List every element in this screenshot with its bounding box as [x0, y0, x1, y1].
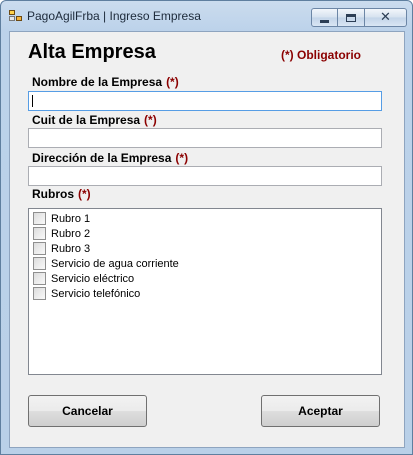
- address-label-text: Dirección de la Empresa: [32, 151, 172, 165]
- close-button[interactable]: ✕: [365, 8, 407, 27]
- rubros-label-text: Rubros: [32, 187, 74, 201]
- close-icon: ✕: [380, 10, 391, 25]
- minimize-button[interactable]: [311, 8, 338, 27]
- list-item[interactable]: Rubro 3: [33, 241, 90, 256]
- window-title: PagoAgilFrba | Ingreso Empresa: [27, 9, 201, 23]
- list-item-label: Rubro 1: [51, 212, 91, 225]
- cancel-button[interactable]: Cancelar: [28, 395, 147, 427]
- list-item[interactable]: Rubro 2: [33, 226, 90, 241]
- list-item[interactable]: Rubro 1: [33, 211, 90, 226]
- cuit-input[interactable]: [28, 128, 382, 148]
- address-label: Dirección de la Empresa (*): [32, 151, 188, 165]
- company-name-input[interactable]: [28, 91, 382, 111]
- list-item-label: Servicio telefónico: [51, 287, 141, 300]
- text-caret: [32, 95, 33, 107]
- cuit-label: Cuit de la Empresa (*): [32, 113, 157, 127]
- maximize-icon: [346, 13, 356, 22]
- minimize-icon: [320, 19, 329, 23]
- required-mark: (*): [166, 75, 179, 89]
- window-controls: ✕: [311, 8, 407, 27]
- checkbox-electrico[interactable]: [33, 272, 46, 285]
- required-mark: (*): [144, 113, 157, 127]
- list-item-label: Servicio eléctrico: [51, 272, 135, 285]
- list-item[interactable]: Servicio de agua corriente: [33, 256, 179, 271]
- checkbox-rubro-3[interactable]: [33, 242, 46, 255]
- accept-button[interactable]: Aceptar: [261, 395, 380, 427]
- rubros-checklist[interactable]: Rubro 1 Rubro 2 Rubro 3 Servicio de agua…: [28, 208, 382, 375]
- cuit-label-text: Cuit de la Empresa: [32, 113, 141, 127]
- required-mark: (*): [78, 187, 91, 201]
- checkbox-rubro-1[interactable]: [33, 212, 46, 225]
- form-panel: Alta Empresa (*) Obligatorio Nombre de l…: [9, 31, 405, 448]
- app-window: PagoAgilFrba | Ingreso Empresa ✕ Alta Em…: [0, 0, 413, 455]
- company-name-label-text: Nombre de la Empresa: [32, 75, 163, 89]
- rubros-label: Rubros (*): [32, 187, 91, 201]
- checkbox-agua[interactable]: [33, 257, 46, 270]
- list-item-label: Servicio de agua corriente: [51, 257, 179, 270]
- company-name-label: Nombre de la Empresa (*): [32, 75, 179, 89]
- maximize-button[interactable]: [338, 8, 365, 27]
- required-mark: (*): [175, 151, 189, 165]
- form-title: Alta Empresa: [28, 41, 156, 63]
- required-legend: (*) Obligatorio: [281, 48, 361, 62]
- checkbox-telefonico[interactable]: [33, 287, 46, 300]
- list-item[interactable]: Servicio telefónico: [33, 286, 140, 301]
- title-bar[interactable]: PagoAgilFrba | Ingreso Empresa ✕: [1, 1, 412, 31]
- list-item[interactable]: Servicio eléctrico: [33, 271, 134, 286]
- list-item-label: Rubro 2: [51, 227, 91, 240]
- app-icon: [9, 10, 23, 22]
- checkbox-rubro-2[interactable]: [33, 227, 46, 240]
- address-input[interactable]: [28, 166, 382, 186]
- list-item-label: Rubro 3: [51, 242, 91, 255]
